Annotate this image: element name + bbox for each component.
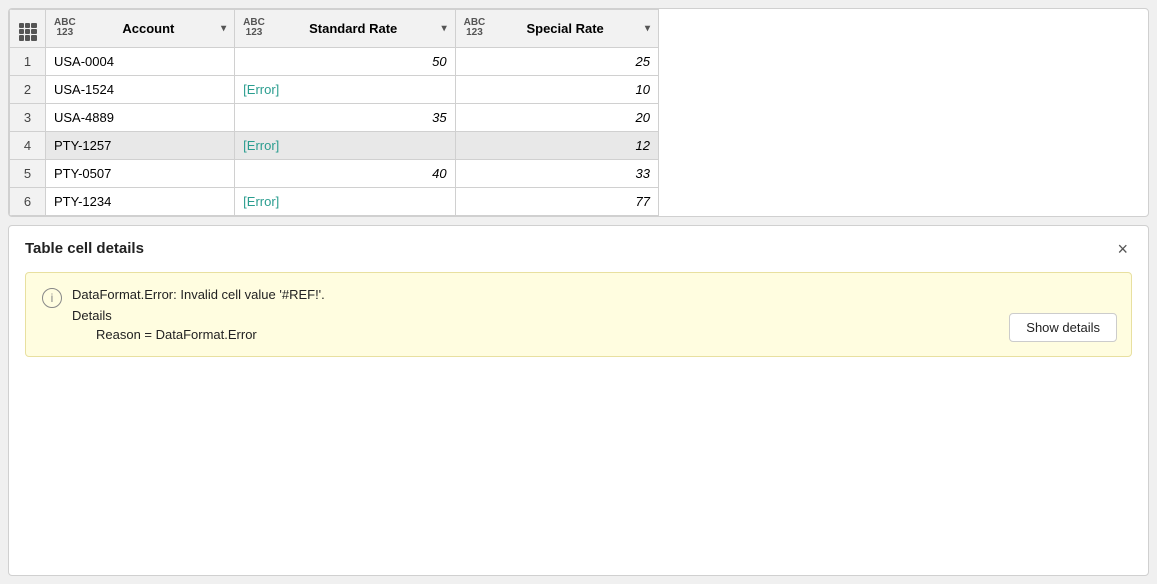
special-rate-cell[interactable]: 25 — [455, 47, 658, 75]
special-rate-cell[interactable]: 77 — [455, 187, 658, 215]
standard-rate-cell[interactable]: [Error] — [235, 75, 455, 103]
column-dropdown-standard[interactable]: ▾ — [442, 23, 447, 34]
row-number: 2 — [10, 75, 46, 103]
special-rate-cell[interactable]: 33 — [455, 159, 658, 187]
account-cell[interactable]: PTY-1257 — [46, 131, 235, 159]
grid-icon — [19, 23, 37, 41]
error-reason: Reason = DataFormat.Error — [96, 327, 1115, 342]
info-icon: i — [42, 288, 62, 308]
data-table: ABC123 Account ▾ ABC123 Standard Rate ▾ … — [9, 9, 659, 216]
error-main-message: DataFormat.Error: Invalid cell value '#R… — [72, 287, 1115, 302]
standard-rate-cell[interactable]: 40 — [235, 159, 455, 187]
column-dropdown-special[interactable]: ▾ — [645, 23, 650, 34]
table-row[interactable]: 1USA-00045025 — [10, 47, 659, 75]
account-cell[interactable]: USA-1524 — [46, 75, 235, 103]
account-cell[interactable]: USA-4889 — [46, 103, 235, 131]
details-label: Details — [72, 308, 1115, 323]
column-label-standard-rate: Standard Rate — [269, 21, 438, 36]
account-cell[interactable]: PTY-1234 — [46, 187, 235, 215]
column-header-special-rate[interactable]: ABC123 Special Rate ▾ — [455, 10, 658, 48]
special-rate-cell[interactable]: 20 — [455, 103, 658, 131]
close-button[interactable]: × — [1113, 238, 1132, 260]
row-number: 3 — [10, 103, 46, 131]
column-header-account[interactable]: ABC123 Account ▾ — [46, 10, 235, 48]
row-number: 5 — [10, 159, 46, 187]
table-row[interactable]: 2USA-1524[Error]10 — [10, 75, 659, 103]
error-box: i DataFormat.Error: Invalid cell value '… — [25, 272, 1132, 357]
details-header: Table cell details × — [25, 238, 1132, 260]
row-number: 1 — [10, 47, 46, 75]
error-text: DataFormat.Error: Invalid cell value '#R… — [72, 287, 1115, 342]
account-cell[interactable]: PTY-0507 — [46, 159, 235, 187]
column-type-icon-special: ABC123 — [464, 18, 486, 38]
table-row[interactable]: 5PTY-05074033 — [10, 159, 659, 187]
table-row[interactable]: 4PTY-1257[Error]12 — [10, 131, 659, 159]
row-number: 6 — [10, 187, 46, 215]
account-cell[interactable]: USA-0004 — [46, 47, 235, 75]
column-label-special-rate: Special Rate — [489, 21, 641, 36]
column-type-icon-standard: ABC123 — [243, 18, 265, 38]
standard-rate-cell[interactable]: 35 — [235, 103, 455, 131]
special-rate-cell[interactable]: 12 — [455, 131, 658, 159]
column-type-icon-account: ABC123 — [54, 18, 76, 38]
standard-rate-cell[interactable]: [Error] — [235, 187, 455, 215]
standard-rate-cell[interactable]: [Error] — [235, 131, 455, 159]
table-container: ABC123 Account ▾ ABC123 Standard Rate ▾ … — [8, 8, 1149, 217]
table-row[interactable]: 6PTY-1234[Error]77 — [10, 187, 659, 215]
column-header-standard-rate[interactable]: ABC123 Standard Rate ▾ — [235, 10, 455, 48]
column-label-account: Account — [80, 21, 217, 36]
standard-rate-cell[interactable]: 50 — [235, 47, 455, 75]
row-number: 4 — [10, 131, 46, 159]
table-row[interactable]: 3USA-48893520 — [10, 103, 659, 131]
special-rate-cell[interactable]: 10 — [455, 75, 658, 103]
error-box-content: i DataFormat.Error: Invalid cell value '… — [42, 287, 1115, 342]
show-details-button[interactable]: Show details — [1009, 313, 1117, 342]
details-panel: Table cell details × i DataFormat.Error:… — [8, 225, 1149, 576]
details-title: Table cell details — [25, 240, 144, 257]
column-dropdown-account[interactable]: ▾ — [221, 23, 226, 34]
grid-icon-header — [10, 10, 46, 48]
